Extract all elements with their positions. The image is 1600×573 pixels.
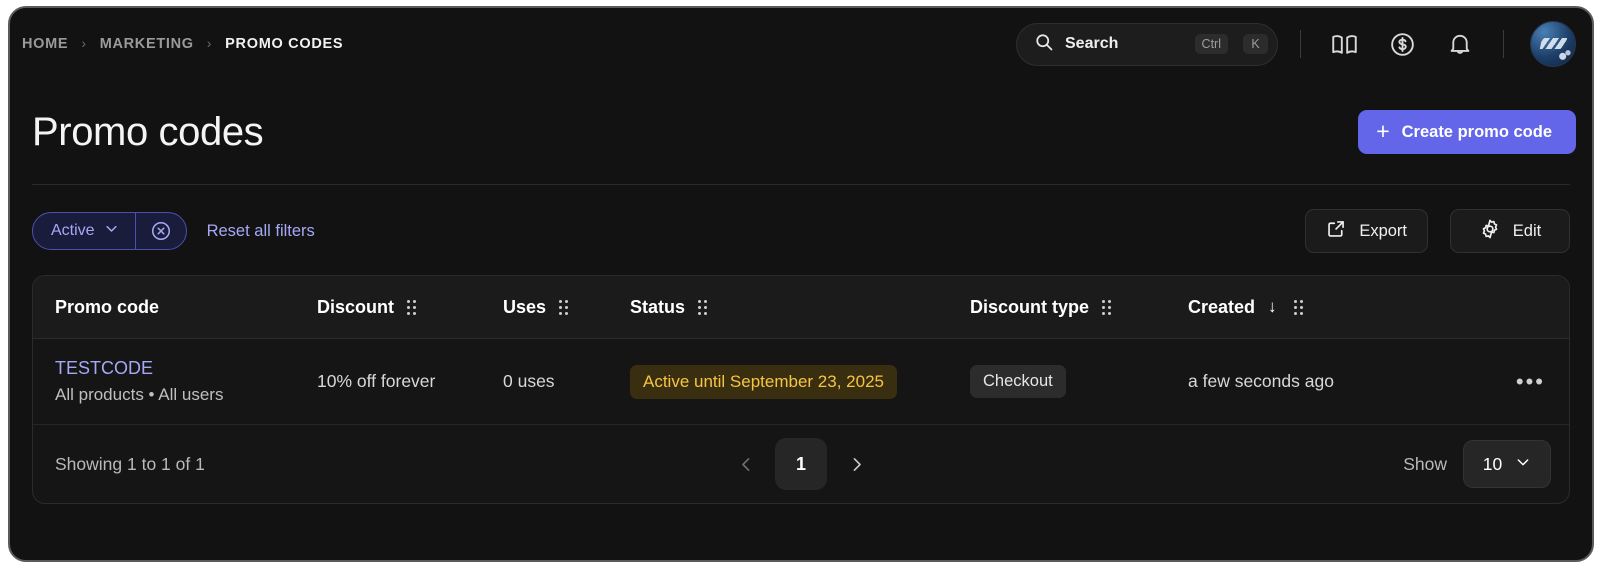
search-placeholder: Search — [1065, 35, 1119, 52]
status-badge: Active until September 23, 2025 — [630, 364, 897, 399]
clear-filter-button[interactable] — [136, 213, 186, 249]
page-header: Promo codes + Create promo code — [10, 80, 1592, 166]
search-icon — [1034, 32, 1054, 57]
cell-promo-code: TESTCODE All products • All users — [55, 358, 317, 405]
column-label: Discount — [317, 296, 395, 317]
column-label: Uses — [503, 296, 547, 317]
user-avatar[interactable] — [1530, 21, 1576, 67]
drag-handle-icon[interactable] — [559, 299, 569, 315]
column-header-status[interactable]: Status — [630, 297, 970, 318]
row-overflow-menu-button[interactable]: ••• — [1510, 370, 1551, 393]
plus-icon: + — [1376, 117, 1390, 144]
sort-descending-icon[interactable]: ↓ — [1268, 297, 1277, 317]
pagination-page-1[interactable]: 1 — [775, 438, 827, 490]
column-label: Discount type — [970, 296, 1090, 317]
drag-handle-icon[interactable] — [407, 299, 417, 315]
export-label: Export — [1359, 221, 1407, 240]
edit-label: Edit — [1512, 221, 1542, 240]
drag-handle-icon[interactable] — [1102, 299, 1112, 315]
active-filter-chip: Active — [32, 212, 187, 250]
breadcrumb: HOME › MARKETING › PROMO CODES — [22, 35, 344, 52]
discount-type-chip: Checkout — [970, 365, 1066, 398]
search-shortcut-ctrl: Ctrl — [1194, 34, 1228, 54]
cell-discount: 10% off forever — [317, 371, 436, 391]
reset-all-filters-link[interactable]: Reset all filters — [207, 222, 315, 241]
column-label: Promo code — [55, 296, 160, 317]
promo-codes-table: Promo code Discount Uses Status Discount… — [32, 275, 1570, 504]
search-shortcut-key: K — [1243, 34, 1268, 54]
promo-code-scope: All products • All users — [55, 385, 224, 404]
book-icon[interactable] — [1323, 23, 1365, 65]
top-bar: HOME › MARKETING › PROMO CODES Search Ct… — [10, 8, 1592, 80]
chevron-down-icon — [1515, 454, 1531, 475]
breadcrumb-item-promo-codes: PROMO CODES — [225, 36, 344, 52]
table-footer: Showing 1 to 1 of 1 1 Show 10 — [33, 425, 1569, 503]
bell-icon[interactable] — [1439, 23, 1481, 65]
promo-code-link[interactable]: TESTCODE — [55, 358, 317, 379]
column-label: Created — [1188, 296, 1256, 317]
active-filter-label: Active — [51, 222, 95, 239]
create-promo-code-button[interactable]: + Create promo code — [1358, 110, 1576, 154]
cell-discount-type: Checkout — [970, 365, 1188, 398]
column-header-uses[interactable]: Uses — [503, 297, 630, 318]
export-button[interactable]: Export — [1305, 209, 1428, 253]
filter-bar: Active Reset all filters Export Edit — [10, 185, 1592, 253]
table-row[interactable]: TESTCODE All products • All users 10% of… — [33, 339, 1569, 425]
column-header-promo-code[interactable]: Promo code — [55, 297, 317, 318]
external-link-icon — [1326, 218, 1347, 244]
cell-uses: 0 uses — [503, 371, 555, 391]
page-size-value: 10 — [1482, 453, 1503, 474]
page-title: Promo codes — [32, 109, 264, 154]
cell-created: a few seconds ago — [1188, 371, 1334, 391]
divider — [1300, 30, 1301, 58]
chevron-down-icon — [104, 221, 119, 241]
divider — [1503, 30, 1504, 58]
table-header-row: Promo code Discount Uses Status Discount… — [33, 276, 1569, 339]
create-promo-code-label: Create promo code — [1401, 122, 1552, 141]
page-size-control: Show 10 — [1403, 440, 1551, 488]
page-size-label: Show — [1403, 453, 1447, 474]
drag-handle-icon[interactable] — [1293, 299, 1303, 315]
table-actions: Export Edit — [1305, 209, 1570, 253]
column-header-discount-type[interactable]: Discount type — [970, 297, 1188, 318]
pagination-previous-button[interactable] — [731, 447, 761, 481]
showing-count-label: Showing 1 to 1 of 1 — [55, 453, 205, 474]
column-header-discount[interactable]: Discount — [317, 297, 503, 318]
cell-status: Active until September 23, 2025 — [630, 364, 970, 399]
breadcrumb-item-marketing[interactable]: MARKETING — [100, 36, 194, 52]
active-filter-dropdown[interactable]: Active — [33, 213, 135, 249]
column-header-created[interactable]: Created ↓ — [1188, 297, 1438, 318]
pagination-next-button[interactable] — [841, 447, 871, 481]
drag-handle-icon[interactable] — [698, 299, 708, 315]
search-input[interactable]: Search Ctrl K — [1016, 22, 1278, 66]
breadcrumb-separator-icon: › — [81, 35, 87, 51]
page-size-select[interactable]: 10 — [1463, 440, 1551, 488]
pagination: 1 — [731, 438, 871, 490]
breadcrumb-item-home[interactable]: HOME — [22, 36, 68, 52]
dollar-circle-icon[interactable] — [1381, 23, 1423, 65]
edit-button[interactable]: Edit — [1450, 209, 1570, 253]
app-window: HOME › MARKETING › PROMO CODES Search Ct… — [8, 6, 1594, 562]
breadcrumb-separator-icon: › — [206, 35, 213, 51]
column-label: Status — [630, 296, 686, 317]
top-bar-actions: Search Ctrl K — [1016, 21, 1576, 67]
gear-icon — [1479, 218, 1501, 245]
